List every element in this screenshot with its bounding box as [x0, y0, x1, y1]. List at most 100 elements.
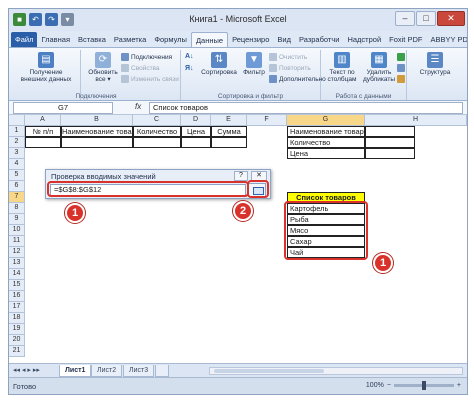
row-header[interactable]: 9: [9, 214, 25, 225]
row-header[interactable]: 7: [9, 192, 25, 203]
formula-input[interactable]: Список товаров: [149, 102, 463, 114]
cell-a2[interactable]: [25, 137, 61, 148]
tab-formulas[interactable]: Формулы: [150, 32, 191, 47]
zoom-slider[interactable]: [393, 381, 454, 390]
tab-insert[interactable]: Вставка: [74, 32, 110, 47]
cell-g1[interactable]: Наименование товара: [287, 126, 365, 137]
cell-b2[interactable]: [61, 137, 133, 148]
row-header[interactable]: 3: [9, 148, 25, 159]
reapply-button[interactable]: Повторить: [269, 64, 311, 72]
sheet-tab-3[interactable]: Лист3: [123, 365, 155, 377]
zoom-out-icon[interactable]: −: [387, 382, 391, 389]
tab-home[interactable]: Главная: [37, 32, 74, 47]
tab-file[interactable]: Файл: [11, 32, 38, 47]
consolidate-button[interactable]: [397, 64, 405, 72]
column-header-h[interactable]: H: [365, 115, 467, 126]
sheet-nav-arrows-icon[interactable]: ◂◂ ◂ ▸ ▸▸: [13, 366, 40, 374]
row-header[interactable]: 13: [9, 258, 25, 269]
row-header[interactable]: 21: [9, 346, 25, 357]
tab-foxit-pdf[interactable]: Foxit PDF: [385, 32, 426, 47]
name-box[interactable]: G7: [13, 102, 113, 114]
tab-data[interactable]: Данные: [190, 32, 229, 47]
cell-b1[interactable]: Наименование товара: [61, 126, 133, 137]
row-header[interactable]: 1: [9, 126, 25, 137]
refresh-all-label-2: все ▾: [95, 76, 111, 83]
what-if-button[interactable]: [397, 75, 405, 83]
row-header[interactable]: 17: [9, 302, 25, 313]
close-button[interactable]: ✕: [437, 11, 465, 26]
data-validation-button[interactable]: [397, 53, 405, 61]
outline-button[interactable]: ☰ Структура: [413, 52, 457, 76]
cell-h3[interactable]: [365, 148, 415, 159]
row-header[interactable]: 20: [9, 335, 25, 346]
row-header[interactable]: 6: [9, 181, 25, 192]
column-header-f[interactable]: F: [247, 115, 287, 126]
row-header[interactable]: 14: [9, 269, 25, 280]
scrollbar-thumb[interactable]: [214, 369, 324, 373]
cell-g3[interactable]: Цена: [287, 148, 365, 159]
step-badge-1: 1: [65, 203, 85, 223]
row-header[interactable]: 5: [9, 170, 25, 181]
row-header[interactable]: 2: [9, 137, 25, 148]
tab-addins[interactable]: Надстрой: [343, 32, 385, 47]
cell-g2[interactable]: Количество: [287, 137, 365, 148]
clear-button[interactable]: Очистить: [269, 53, 307, 61]
column-header-g[interactable]: G: [287, 115, 365, 126]
cell-h2[interactable]: [365, 137, 415, 148]
spreadsheet-grid[interactable]: A B C D E F G H 1 2 3 4 5 6 7 8 9 10 11 …: [9, 115, 467, 363]
edit-links-button[interactable]: Изменить связи: [121, 75, 179, 83]
row-header[interactable]: 10: [9, 225, 25, 236]
tab-abbyy-pdf[interactable]: ABBYY PDF: [426, 32, 467, 47]
row-header[interactable]: 18: [9, 313, 25, 324]
properties-button[interactable]: Свойства: [121, 64, 160, 72]
cell-c2[interactable]: [133, 137, 181, 148]
row-header[interactable]: 11: [9, 236, 25, 247]
cell-d2[interactable]: [181, 137, 211, 148]
sort-az-button[interactable]: A↓: [185, 53, 194, 60]
row-header[interactable]: 15: [9, 280, 25, 291]
column-header-c[interactable]: C: [133, 115, 181, 126]
cell-e1[interactable]: Сумма: [211, 126, 247, 137]
refresh-all-button[interactable]: ⟳ Обновить все ▾: [85, 52, 121, 83]
select-all-corner[interactable]: [9, 115, 25, 126]
sheet-tab-2[interactable]: Лист2: [91, 365, 123, 377]
cell-c1[interactable]: Количество: [133, 126, 181, 137]
help-button[interactable]: ?: [234, 171, 248, 181]
tab-developer[interactable]: Разработчи: [295, 32, 343, 47]
sort-za-button[interactable]: Я↓: [185, 65, 194, 72]
filter-button[interactable]: ▼ Фильтр: [239, 52, 269, 76]
maximize-button[interactable]: □: [416, 11, 436, 26]
tab-page-layout[interactable]: Разметка: [110, 32, 150, 47]
row-header[interactable]: 4: [9, 159, 25, 170]
zoom-slider-knob[interactable]: [421, 381, 426, 390]
column-header-a[interactable]: A: [25, 115, 61, 126]
excel-window: ■ ↶ ↷ ▾ Книга1 - Microsoft Excel – □ ✕ Ф…: [8, 8, 468, 395]
row-header[interactable]: 19: [9, 324, 25, 335]
row-header[interactable]: 8: [9, 203, 25, 214]
sheet-tab-1[interactable]: Лист1: [59, 365, 92, 377]
advanced-button[interactable]: Дополнительно: [269, 75, 326, 83]
minimize-button[interactable]: –: [395, 11, 415, 26]
get-external-data-button[interactable]: ▤ Получение внешних данных: [17, 52, 75, 83]
new-sheet-icon[interactable]: [155, 365, 169, 377]
cell-h1[interactable]: [365, 126, 415, 137]
clear-filter-icon: [269, 53, 277, 61]
tab-view[interactable]: Вид: [273, 32, 295, 47]
cell-d1[interactable]: Цена: [181, 126, 211, 137]
connections-button[interactable]: Подключения: [121, 53, 172, 61]
horizontal-scrollbar[interactable]: [209, 367, 463, 375]
row-header[interactable]: 16: [9, 291, 25, 302]
tab-review[interactable]: Рецензиро: [228, 32, 273, 47]
remove-duplicates-button[interactable]: ▦ Удалить дубликаты: [361, 52, 397, 83]
fx-icon[interactable]: fx: [135, 102, 141, 111]
row-header[interactable]: 12: [9, 247, 25, 258]
what-if-icon: [397, 75, 405, 83]
cell-e2[interactable]: [211, 137, 247, 148]
text-to-columns-button[interactable]: ▥ Текст по столбцам: [323, 52, 361, 83]
column-header-e[interactable]: E: [211, 115, 247, 126]
cell-a1[interactable]: № п/п: [25, 126, 61, 137]
column-header-d[interactable]: D: [181, 115, 211, 126]
zoom-in-icon[interactable]: +: [457, 382, 461, 389]
column-header-b[interactable]: B: [61, 115, 133, 126]
sort-button[interactable]: ⇅ Сортировка: [199, 52, 239, 76]
